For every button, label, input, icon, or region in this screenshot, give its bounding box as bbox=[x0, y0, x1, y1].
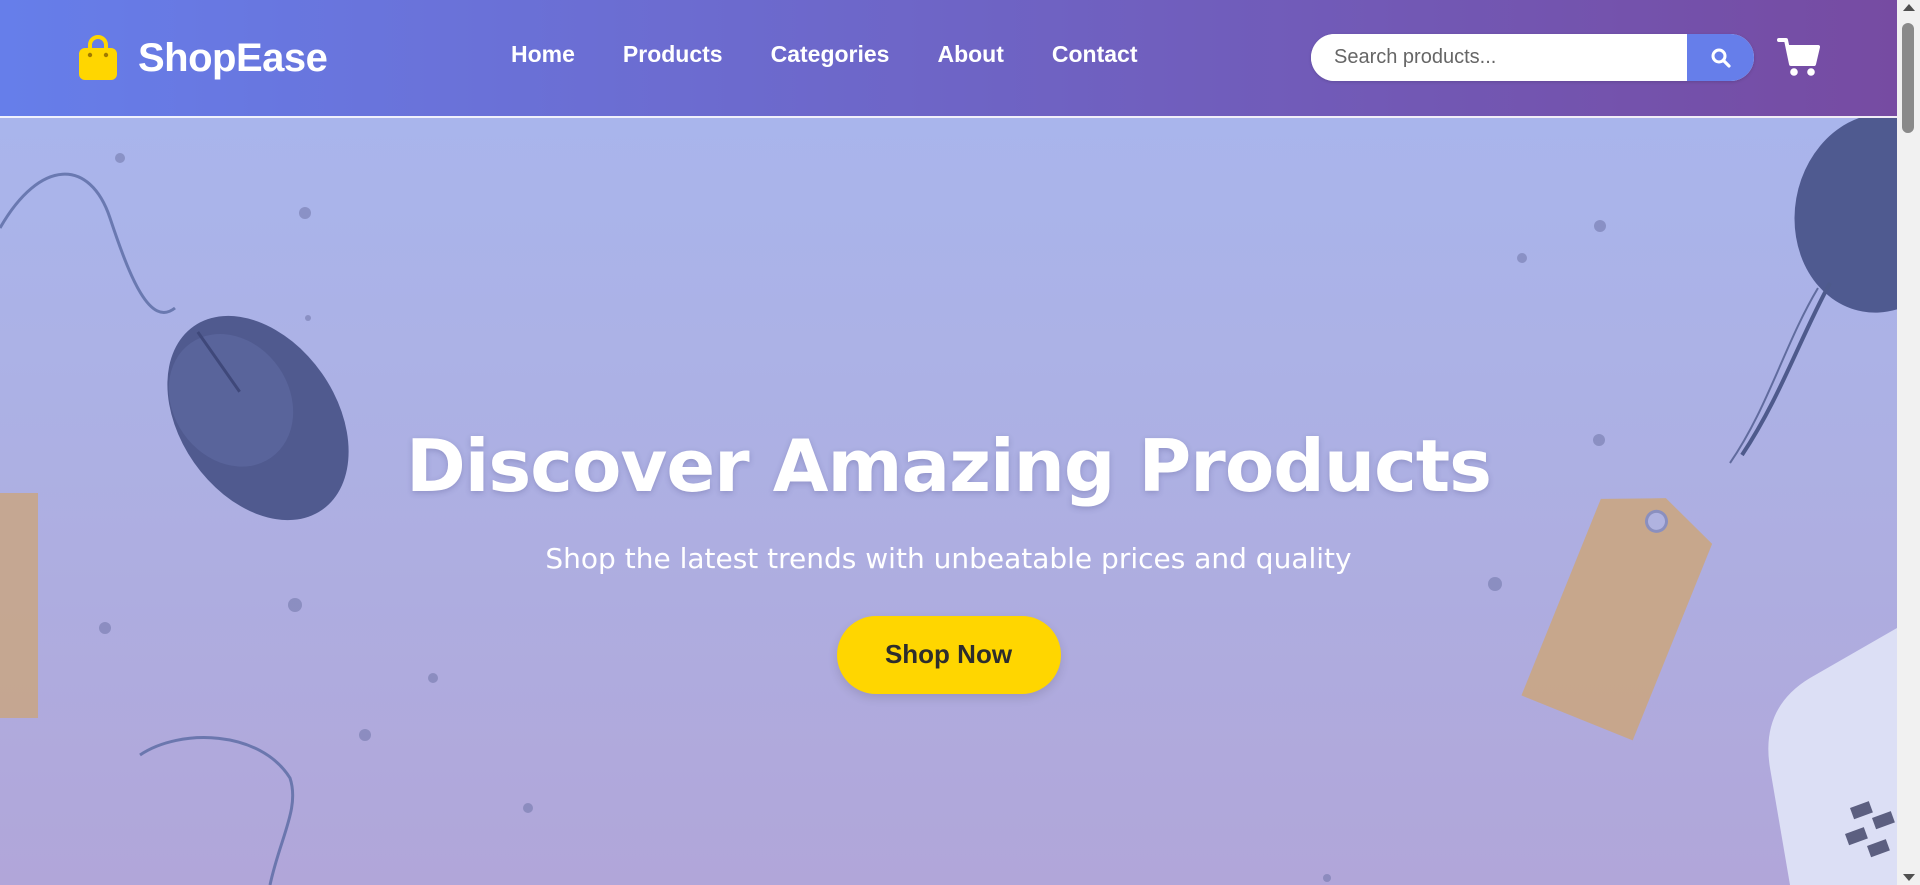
hero-banner: Discover Amazing Products Shop the lates… bbox=[0, 118, 1897, 885]
nav-about[interactable]: About bbox=[937, 41, 1003, 68]
hero-content: Discover Amazing Products Shop the lates… bbox=[0, 430, 1897, 694]
hero-title: Discover Amazing Products bbox=[405, 424, 1492, 508]
shopping-bag-icon bbox=[79, 35, 117, 80]
brand-name: ShopEase bbox=[138, 35, 328, 80]
search-bar bbox=[1311, 34, 1754, 81]
page-scrollbar[interactable] bbox=[1897, 0, 1920, 885]
shop-now-button[interactable]: Shop Now bbox=[836, 615, 1061, 694]
search-input[interactable] bbox=[1311, 34, 1687, 81]
main-nav: Home Products Categories About Contact bbox=[511, 41, 1138, 68]
shopping-cart-icon[interactable] bbox=[1777, 36, 1821, 78]
site-header: ShopEase Home Products Categories About … bbox=[0, 0, 1897, 118]
scrollbar-thumb[interactable] bbox=[1902, 23, 1914, 133]
nav-categories[interactable]: Categories bbox=[771, 41, 890, 68]
nav-contact[interactable]: Contact bbox=[1052, 41, 1138, 68]
nav-products[interactable]: Products bbox=[623, 41, 723, 68]
scroll-down-arrow-icon[interactable] bbox=[1903, 874, 1915, 881]
brand-logo[interactable]: ShopEase bbox=[78, 32, 328, 84]
page-viewport: ShopEase Home Products Categories About … bbox=[0, 0, 1897, 885]
search-icon bbox=[1711, 48, 1731, 68]
hero-subtitle: Shop the latest trends with unbeatable p… bbox=[545, 542, 1352, 575]
scroll-up-arrow-icon[interactable] bbox=[1903, 4, 1915, 11]
search-button[interactable] bbox=[1687, 34, 1754, 81]
nav-home[interactable]: Home bbox=[511, 41, 575, 68]
